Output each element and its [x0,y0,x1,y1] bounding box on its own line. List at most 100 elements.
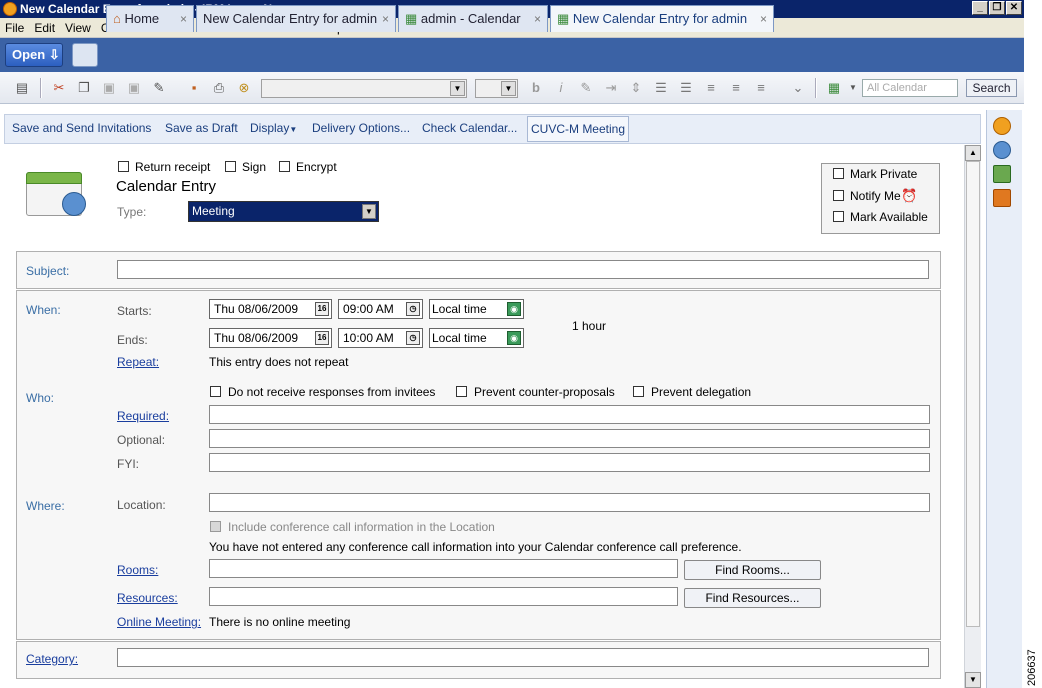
page-list-button[interactable] [72,43,98,67]
close-tab-icon[interactable]: × [760,6,767,32]
activities-icon[interactable] [993,141,1011,159]
restore-icon[interactable]: ❐ [989,1,1005,15]
indent-icon[interactable]: ⇥ [603,80,619,96]
close-tab-icon[interactable]: × [534,6,541,32]
fyi-input[interactable] [209,453,930,472]
mark-private-checkbox[interactable] [833,168,844,179]
tab-new-calendar-entry-active[interactable]: ▦ New Calendar Entry for admin × [550,5,774,32]
highlight-icon[interactable]: ✎ [578,80,594,96]
prevent-delegation-checkbox[interactable] [633,386,644,397]
menu-edit[interactable]: Edit [29,18,60,36]
menu-view[interactable]: View [60,18,96,36]
stop-icon[interactable]: ⊗ [236,80,252,96]
more-chevron-icon[interactable]: ⌄ [790,80,806,96]
end-timezone-input[interactable]: Local time ◉ [429,328,524,348]
scroll-thumb[interactable] [966,161,980,627]
align-left-icon[interactable]: ≡ [703,80,719,96]
encrypt-checkbox[interactable] [279,161,290,172]
required-input[interactable] [209,405,930,424]
start-time-input[interactable]: 09:00 AM ◷ [338,299,423,319]
paste-icon[interactable]: ▣ [101,80,117,96]
paste-special-icon[interactable]: ▣ [126,80,142,96]
tab-admin-calendar[interactable]: ▦ admin - Calendar × [398,5,548,32]
feeds-icon[interactable] [993,189,1011,207]
globe-icon[interactable]: ◉ [507,302,521,316]
type-select[interactable]: Meeting ▼ [188,201,379,222]
subject-input[interactable] [117,260,929,279]
chevron-down-icon: ▼ [501,81,516,96]
rooms-input[interactable] [209,559,678,578]
category-link[interactable]: Category: [26,652,78,666]
start-timezone-input[interactable]: Local time ◉ [429,299,524,319]
conference-note: You have not entered any conference call… [209,540,742,554]
save-as-draft-button[interactable]: Save as Draft [165,121,238,136]
font-combo[interactable]: ▼ [261,79,467,98]
conference-include-checkbox[interactable] [210,521,221,532]
calendar-picker-icon[interactable]: 16 [315,302,329,316]
new-document-icon[interactable]: ✎ [151,80,167,96]
open-button[interactable]: Open ⇩ [5,43,63,67]
align-justify-icon[interactable]: ≡ [753,80,769,96]
prevent-counter-checkbox[interactable] [456,386,467,397]
find-rooms-button[interactable]: Find Rooms... [684,560,821,580]
scroll-down-icon[interactable]: ▼ [965,672,981,688]
clock-icon[interactable]: ◷ [406,331,420,345]
open-label: Open [12,47,46,62]
location-input[interactable] [209,493,930,512]
day-at-a-glance-icon[interactable] [993,165,1011,183]
category-input[interactable] [117,648,929,667]
close-tab-icon[interactable]: × [180,6,187,32]
rooms-link[interactable]: Rooms: [117,563,158,577]
tab-home[interactable]: ⌂ Home × [106,5,194,32]
menu-file[interactable]: File [0,18,29,36]
required-link[interactable]: Required: [117,409,169,423]
rss-icon[interactable]: ▤ [14,80,30,96]
globe-icon[interactable]: ◉ [507,331,521,345]
clock-icon[interactable]: ◷ [406,302,420,316]
mark-available-checkbox[interactable] [833,211,844,222]
notify-me-checkbox[interactable] [833,190,844,201]
calendar-picker-icon[interactable]: 16 [315,331,329,345]
tab-new-calendar-entry-1[interactable]: New Calendar Entry for admin × [196,5,396,32]
search-input[interactable]: All Calendar [862,79,958,97]
sametime-icon[interactable] [993,117,1011,135]
bullet-list-icon[interactable]: ☰ [653,80,669,96]
resources-input[interactable] [209,587,678,606]
align-center-icon[interactable]: ≡ [728,80,744,96]
return-receipt-checkbox[interactable] [118,161,129,172]
bold-icon[interactable]: b [528,80,544,96]
optional-input[interactable] [209,429,930,448]
spacing-icon[interactable]: ⇕ [628,80,644,96]
save-send-invitations-button[interactable]: Save and Send Invitations [12,121,151,136]
online-meeting-link[interactable]: Online Meeting: [117,615,201,629]
delivery-options-button[interactable]: Delivery Options... [312,121,410,136]
conference-include-label: Include conference call information in t… [228,520,495,534]
start-date-input[interactable]: Thu 08/06/2009 16 [209,299,332,319]
font-size-combo[interactable]: ▼ [475,79,518,98]
scroll-up-icon[interactable]: ▲ [965,145,981,161]
check-calendar-button[interactable]: Check Calendar... [422,121,517,136]
end-date-input[interactable]: Thu 08/06/2009 16 [209,328,332,348]
minimize-icon[interactable]: _ [972,1,988,15]
chevron-down-icon[interactable]: ▼ [845,80,861,96]
find-resources-button[interactable]: Find Resources... [684,588,821,608]
save-icon[interactable]: ▪ [186,80,202,96]
search-button[interactable]: Search [966,79,1017,97]
print-icon[interactable]: ⎙ [211,80,227,96]
calendar-icon[interactable]: ▦ [826,80,842,96]
close-window-icon[interactable]: ✕ [1006,1,1022,15]
display-menu-button[interactable]: Display▼ [250,121,297,137]
repeat-link[interactable]: Repeat: [117,355,159,369]
number-list-icon[interactable]: ☰ [678,80,694,96]
copy-icon[interactable]: ❐ [76,80,92,96]
location-label: Location: [117,498,166,512]
italic-icon[interactable]: i [553,80,569,96]
cuvc-meeting-button[interactable]: CUVC-M Meeting [527,116,629,142]
vertical-scrollbar[interactable]: ▲ ▼ [964,145,981,688]
resources-link[interactable]: Resources: [117,591,178,605]
end-time-input[interactable]: 10:00 AM ◷ [338,328,423,348]
close-tab-icon[interactable]: × [382,6,389,32]
no-responses-checkbox[interactable] [210,386,221,397]
cut-icon[interactable]: ✂ [51,80,67,96]
sign-checkbox[interactable] [225,161,236,172]
